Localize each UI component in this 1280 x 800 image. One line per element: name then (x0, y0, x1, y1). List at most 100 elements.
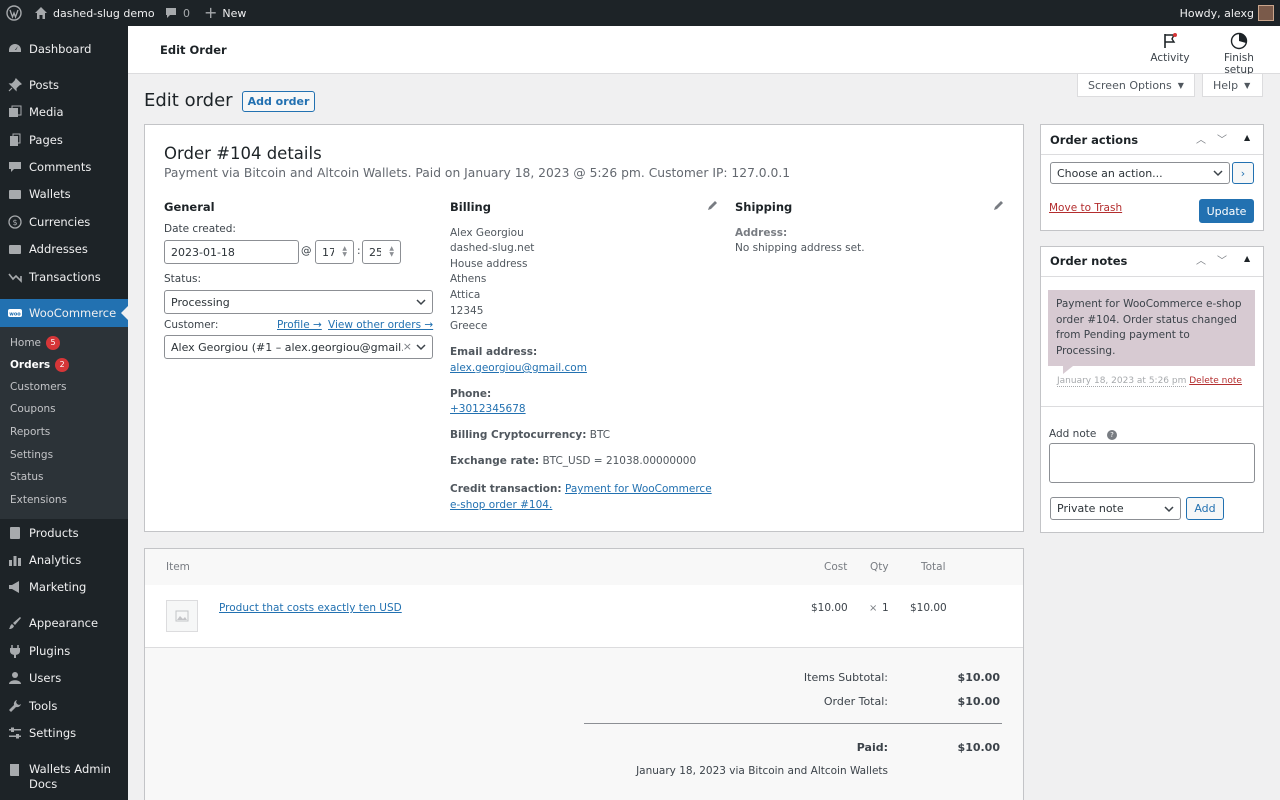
credit-transaction-link[interactable]: Payment for WooCommerce (565, 483, 712, 495)
submenu-item-coupons[interactable]: Coupons (10, 403, 56, 415)
sidebar-item-analytics[interactable]: Analytics (0, 546, 128, 573)
sidebar-item-pages[interactable]: Pages (0, 126, 128, 153)
chevron-down-icon[interactable]: ﹀ (1217, 131, 1227, 146)
crypto-value: BTC (589, 429, 611, 441)
submenu-label: Extensions (10, 494, 68, 506)
credit-transaction-link-cont[interactable]: e-shop order #104. (450, 499, 552, 511)
qty-column-header: Qty (870, 561, 889, 573)
sidebar-item-users[interactable]: Users (0, 664, 128, 691)
sidebar-item-appearance[interactable]: Appearance (0, 609, 128, 636)
sidebar-item-products[interactable]: Products (0, 519, 128, 546)
add-order-button[interactable]: Add order (242, 91, 315, 112)
totals-divider (584, 723, 1002, 724)
new-content-link[interactable]: + New (204, 0, 246, 26)
comments-link[interactable]: 0 (164, 0, 190, 26)
submenu-label: Reports (10, 426, 51, 438)
sidebar-item-addresses[interactable]: Addresses (0, 235, 128, 262)
billing-heading: Billing (450, 200, 491, 214)
chevron-down-icon[interactable]: ﹀ (1217, 252, 1227, 267)
sidebar-label: Dashboard (29, 41, 92, 56)
status-select[interactable]: Processing (164, 290, 433, 314)
apply-action-button[interactable]: › (1232, 162, 1254, 184)
sidebar-item-marketing[interactable]: Marketing (0, 573, 128, 600)
sidebar-item-settings[interactable]: Settings (0, 719, 128, 746)
avatar[interactable] (1258, 0, 1274, 26)
sidebar-item-woocommerce[interactable]: woo WooCommerce (0, 299, 128, 327)
pushpin-icon (7, 77, 23, 93)
plus-icon: + (204, 3, 218, 22)
clear-icon[interactable]: × (403, 340, 412, 353)
sidebar-item-media[interactable]: Media (0, 98, 128, 125)
collapse-triangle-icon[interactable]: ▲ (1244, 254, 1250, 263)
finish-setup-label: Finish setup (1224, 52, 1254, 76)
submenu-label: Orders (10, 359, 51, 371)
sidebar-item-wallets[interactable]: Wallets (0, 180, 128, 207)
product-link[interactable]: Product that costs exactly ten USD (219, 602, 402, 614)
update-button[interactable]: Update (1199, 199, 1254, 223)
sidebar-item-wallets-docs[interactable]: Wallets Admin Docs (0, 760, 128, 794)
flag-icon (1164, 33, 1177, 48)
move-to-trash-link[interactable]: Move to Trash (1049, 202, 1122, 214)
sidebar-item-tools[interactable]: Tools (0, 692, 128, 719)
submenu-item-reports[interactable]: Reports (10, 426, 50, 438)
screen-options-button[interactable]: Screen Options ▼ (1077, 74, 1195, 97)
qty-times: × (869, 603, 878, 614)
my-account-link[interactable]: Howdy, alexg (1180, 0, 1254, 26)
sidebar-item-dashboard[interactable]: Dashboard (0, 35, 128, 62)
customer-select[interactable]: Alex Georgiou (#1 – alex.georgiou@gmail.… (164, 335, 433, 359)
submenu-item-extensions[interactable]: Extensions (10, 494, 67, 506)
date-created-input[interactable]: 2023-01-18 (164, 240, 299, 264)
sidebar-label: Tools (29, 698, 58, 713)
paid-value: $10.00 (957, 741, 1000, 754)
customer-profile-link[interactable]: Profile → (277, 319, 322, 331)
settings-sliders-icon (7, 725, 23, 741)
submenu-item-status[interactable]: Status (10, 471, 43, 483)
add-note-textarea[interactable] (1049, 443, 1255, 483)
sidebar-item-transactions[interactable]: Transactions (0, 263, 128, 290)
sidebar-item-currencies[interactable]: $ Currencies (0, 208, 128, 235)
email-link[interactable]: alex.georgiou@gmail.com (450, 362, 587, 374)
cost-column-header: Cost (824, 561, 848, 573)
order-heading: Order #104 details (164, 144, 322, 163)
header-title: Edit Order (160, 43, 227, 57)
chevron-up-icon[interactable]: ︿ (1196, 252, 1206, 267)
phone-link[interactable]: +3012345678 (450, 403, 526, 415)
view-other-orders-link[interactable]: View other orders → (328, 319, 433, 331)
sidebar-item-plugins[interactable]: Plugins (0, 637, 128, 664)
sidebar-item-posts[interactable]: Posts (0, 71, 128, 98)
status-label: Status: (164, 273, 201, 285)
submenu-item-home[interactable]: Home 5 (10, 336, 61, 350)
site-name-link[interactable]: dashed-slug demo (34, 0, 155, 26)
wordpress-logo-icon[interactable] (6, 0, 22, 26)
edit-pencil-icon[interactable] (707, 200, 718, 211)
collapse-triangle-icon[interactable]: ▲ (1244, 133, 1250, 142)
sidebar-label: WooCommerce (29, 306, 117, 320)
sidebar-item-comments[interactable]: Comments (0, 153, 128, 180)
help-button[interactable]: Help ▼ (1202, 74, 1263, 97)
site-name: dashed-slug demo (53, 6, 155, 20)
help-label: Help (1213, 78, 1239, 92)
submenu-item-orders[interactable]: Orders 2 (10, 358, 70, 372)
hour-input[interactable]: 17 ▲▼ (315, 240, 354, 264)
finish-setup-button[interactable]: Finish setup (1208, 32, 1270, 76)
sidebar-label: Users (29, 670, 62, 685)
shipping-heading: Shipping (735, 200, 793, 214)
order-action-value: Choose an action... (1057, 166, 1163, 180)
chevron-up-icon[interactable]: ︿ (1196, 131, 1206, 146)
minute-input[interactable]: 25 ▲▼ (362, 240, 401, 264)
edit-pencil-icon[interactable] (993, 200, 1004, 211)
delete-note-link[interactable]: Delete note (1189, 376, 1242, 386)
order-action-select[interactable]: Choose an action... (1050, 162, 1230, 184)
billing-line: Greece (450, 320, 488, 332)
customer-value: Alex Georgiou (#1 – alex.georgiou@gmail.… (171, 340, 403, 354)
add-note-button[interactable]: Add (1186, 497, 1224, 520)
submenu-item-settings[interactable]: Settings (10, 449, 53, 461)
paid-label: Paid: (856, 741, 888, 754)
activity-button[interactable]: Activity (1150, 32, 1190, 64)
help-tip-icon[interactable]: ? (1107, 430, 1117, 440)
wrench-icon (7, 698, 23, 714)
bar-chart-icon (7, 552, 23, 568)
note-type-select[interactable]: Private note (1050, 497, 1181, 520)
dashboard-icon (7, 41, 23, 57)
submenu-item-customers[interactable]: Customers (10, 381, 66, 393)
